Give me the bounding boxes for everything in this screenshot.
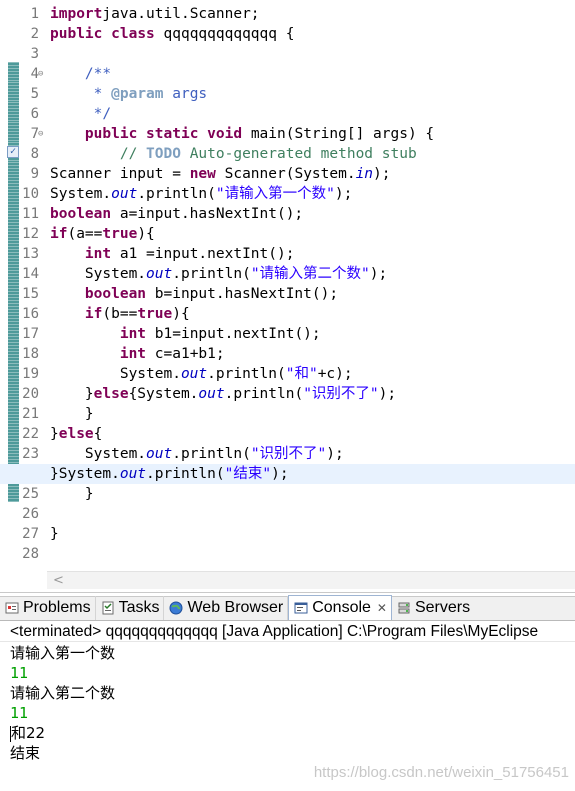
- line-number: 1: [30, 6, 39, 22]
- code-line[interactable]: int a1 =input.nextInt();: [50, 244, 575, 264]
- line-number: 12: [22, 226, 39, 242]
- tab-problems[interactable]: Problems: [0, 596, 96, 620]
- fold-collapse-icon[interactable]: ⊖: [38, 124, 43, 144]
- code-line[interactable]: boolean b=input.hasNextInt();: [50, 284, 575, 304]
- console-input-line: 11: [10, 704, 29, 722]
- tab-console[interactable]: Console ✕: [288, 595, 392, 620]
- task-marker-icon[interactable]: ✓: [7, 146, 19, 158]
- code-line[interactable]: boolean a=input.hasNextInt();: [50, 204, 575, 224]
- tab-label: Servers: [414, 599, 471, 616]
- code-line[interactable]: System.out.println("请输入第一个数");: [50, 184, 575, 204]
- line-number: 26: [22, 506, 39, 522]
- tab-tasks[interactable]: Tasks: [96, 596, 165, 620]
- code-line[interactable]: public static void main(String[] args) {: [50, 124, 575, 144]
- console-line: 请输入第一个数: [10, 644, 116, 662]
- console-icon: [293, 600, 309, 616]
- line-number: 9: [30, 166, 39, 182]
- line-number: 16: [22, 306, 39, 322]
- current-code-line[interactable]: }System.out.println("结束");: [0, 464, 575, 484]
- line-number: 6: [30, 106, 39, 122]
- code-line[interactable]: // TODO Auto-generated method stub: [50, 144, 575, 164]
- line-number: 27: [22, 526, 39, 542]
- tab-label: Console: [312, 599, 371, 616]
- code-line[interactable]: /**: [50, 64, 575, 84]
- scroll-left-icon[interactable]: <: [53, 572, 64, 589]
- console-line-text: 和22: [11, 724, 46, 742]
- code-line[interactable]: System.out.println("识别不了");: [50, 444, 575, 464]
- code-line[interactable]: Scanner input = new Scanner(System.in);: [50, 164, 575, 184]
- line-number: 18: [22, 346, 39, 362]
- change-annotation: [8, 82, 19, 102]
- horizontal-scrollbar[interactable]: <: [47, 571, 575, 589]
- change-annotation: [8, 102, 19, 122]
- tasks-icon: [100, 600, 116, 616]
- line-number: 8: [30, 146, 39, 162]
- code-line[interactable]: [50, 544, 575, 564]
- line-number: 21: [22, 406, 39, 422]
- code-line[interactable]: importjava.util.Scanner;: [50, 4, 575, 24]
- fold-collapse-icon[interactable]: ⊖: [38, 64, 43, 84]
- watermark: https://blog.csdn.net/weixin_51756451: [313, 764, 569, 781]
- code-line[interactable]: * @param args: [50, 84, 575, 104]
- code-line[interactable]: int c=a1+b1;: [50, 344, 575, 364]
- line-number: 19: [22, 366, 39, 382]
- line-number: 28: [22, 546, 39, 562]
- code-line[interactable]: [50, 504, 575, 524]
- line-number: 11: [22, 206, 39, 222]
- code-line[interactable]: System.out.println("和"+c);: [50, 364, 575, 384]
- code-line[interactable]: if(b==true){: [50, 304, 575, 324]
- console-line: 请输入第二个数: [10, 684, 116, 702]
- code-line[interactable]: }: [50, 524, 575, 544]
- line-number: 2: [30, 26, 39, 42]
- line-number: 15: [22, 286, 39, 302]
- console-input-line: 11: [10, 664, 29, 682]
- problems-icon: [4, 600, 20, 616]
- line-number: 17: [22, 326, 39, 342]
- code-line[interactable]: */: [50, 104, 575, 124]
- overview-ruler: [0, 0, 8, 570]
- code-line[interactable]: System.out.println("请输入第二个数");: [50, 264, 575, 284]
- globe-icon: [168, 600, 184, 616]
- code-line[interactable]: }else{: [50, 424, 575, 444]
- tab-label: Tasks: [118, 599, 160, 616]
- line-number: 14: [22, 266, 39, 282]
- code-line[interactable]: }: [50, 484, 575, 504]
- close-icon[interactable]: ✕: [377, 601, 387, 615]
- console-line: 结束: [10, 744, 41, 762]
- console-process-title: <terminated> qqqqqqqqqqqqq [Java Applica…: [0, 621, 575, 642]
- line-number: 3: [30, 46, 39, 62]
- tab-web-browser[interactable]: Web Browser: [164, 596, 289, 620]
- change-annotation: [8, 162, 19, 502]
- line-number: 23: [22, 446, 39, 462]
- code-line[interactable]: public class qqqqqqqqqqqqq {: [50, 24, 575, 44]
- code-line[interactable]: }: [50, 404, 575, 424]
- line-number: 25: [22, 486, 39, 502]
- code-line[interactable]: int b1=input.nextInt();: [50, 324, 575, 344]
- code-line[interactable]: }else{System.out.println("识别不了");: [50, 384, 575, 404]
- bottom-panel-tabs: Problems Tasks Web Browser Console ✕ Ser…: [0, 595, 575, 621]
- change-annotation: [8, 62, 19, 82]
- line-number: 20: [22, 386, 39, 402]
- line-number: 22: [22, 426, 39, 442]
- tab-servers[interactable]: Servers: [392, 596, 474, 620]
- code-area[interactable]: importjava.util.Scanner; public class qqq…: [0, 4, 575, 564]
- code-editor[interactable]: ✓ 1 2 3 4 5 6 7 8 9 10 11 12 13 14 15 16…: [0, 0, 575, 593]
- line-number: 10: [22, 186, 39, 202]
- line-number: 5: [30, 86, 39, 102]
- console-output[interactable]: 请输入第一个数 11 请输入第二个数 11 和22 结束: [0, 642, 575, 763]
- code-line[interactable]: if(a==true){: [50, 224, 575, 244]
- tab-label: Web Browser: [187, 599, 284, 616]
- servers-icon: [396, 600, 412, 616]
- code-line[interactable]: [50, 44, 575, 64]
- change-annotation: [8, 122, 19, 142]
- tab-label: Problems: [23, 599, 91, 616]
- console-line: 和22: [10, 723, 575, 743]
- console-view[interactable]: <terminated> qqqqqqqqqqqqq [Java Applica…: [0, 621, 575, 791]
- line-number: 13: [22, 246, 39, 262]
